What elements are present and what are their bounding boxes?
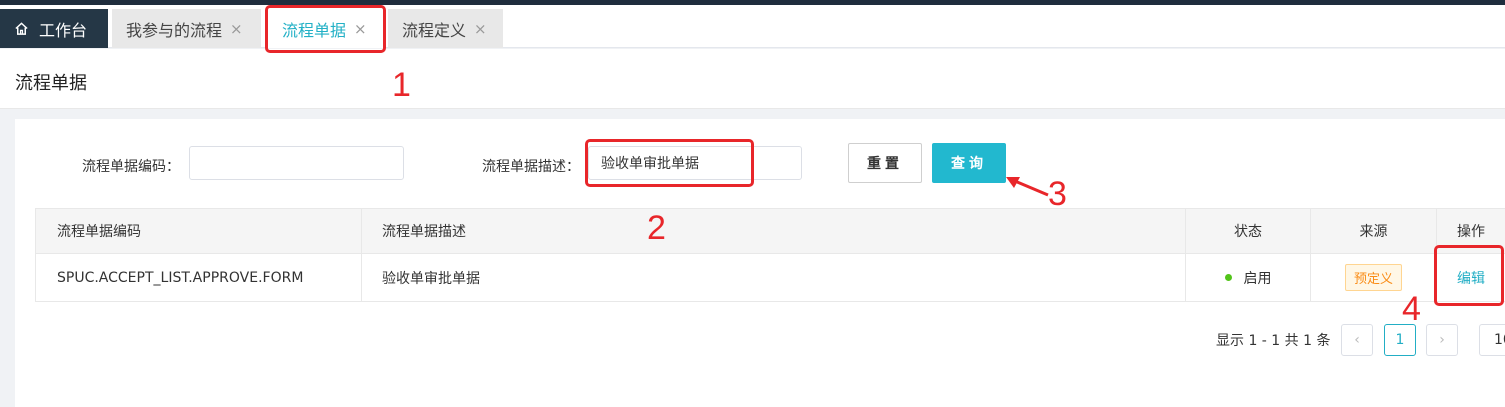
cell-code: SPUC.ACCEPT_LIST.APPROVE.FORM bbox=[35, 254, 361, 301]
page-header: 流程单据 bbox=[0, 49, 1505, 109]
tab-workbench[interactable]: 工作台 bbox=[0, 9, 108, 48]
annotation-box-4 bbox=[1434, 245, 1504, 306]
code-label: 流程单据编码： bbox=[82, 159, 180, 175]
tab-my-processes[interactable]: 我参与的流程 × bbox=[112, 9, 261, 48]
cell-status: 启用 bbox=[1185, 254, 1310, 301]
status-text: 启用 bbox=[1243, 270, 1272, 287]
annotation-box-1 bbox=[265, 5, 386, 53]
tab-label: 我参与的流程 bbox=[126, 20, 223, 40]
tab-process-definitions[interactable]: 流程定义 × bbox=[388, 9, 503, 48]
annotation-box-2 bbox=[585, 139, 754, 187]
reset-button[interactable]: 重置 bbox=[848, 143, 922, 183]
column-header-desc: 流程单据描述 bbox=[361, 209, 1185, 253]
page-title: 流程单据 bbox=[15, 73, 87, 94]
annotation-number-4: 4 bbox=[1402, 290, 1421, 328]
status-dot-icon bbox=[1224, 274, 1232, 281]
annotation-number-3: 3 bbox=[1048, 175, 1067, 213]
pagination-summary: 显示 1 - 1 共 1 条 bbox=[1216, 333, 1331, 349]
column-header-code: 流程单据编码 bbox=[35, 209, 361, 253]
close-icon[interactable]: × bbox=[230, 20, 243, 38]
table-header: 流程单据编码 流程单据描述 状态 来源 操作 bbox=[35, 208, 1505, 254]
source-badge: 预定义 bbox=[1344, 264, 1402, 291]
page-size-select[interactable]: 10 bbox=[1479, 324, 1505, 356]
tab-bar: 工作台 我参与的流程 × 流程单据 × 流程定义 × bbox=[0, 5, 1505, 48]
home-icon bbox=[15, 22, 28, 35]
column-header-source: 来源 bbox=[1310, 209, 1436, 253]
prev-page-button[interactable]: ‹ bbox=[1341, 324, 1373, 356]
table-row: SPUC.ACCEPT_LIST.APPROVE.FORM 验收单审批单据 启用… bbox=[35, 254, 1505, 302]
code-input[interactable] bbox=[189, 146, 404, 180]
next-page-button[interactable]: › bbox=[1426, 324, 1458, 356]
tab-label: 流程定义 bbox=[402, 20, 467, 40]
annotation-arrow-icon bbox=[1006, 177, 1049, 197]
tab-label: 工作台 bbox=[39, 20, 88, 40]
desc-label: 流程单据描述： bbox=[482, 159, 580, 175]
query-button[interactable]: 查询 bbox=[932, 143, 1006, 183]
annotation-number-2: 2 bbox=[647, 209, 666, 247]
column-header-status: 状态 bbox=[1185, 209, 1310, 253]
annotation-number-1: 1 bbox=[392, 66, 411, 104]
close-icon[interactable]: × bbox=[474, 20, 487, 38]
cell-desc: 验收单审批单据 bbox=[361, 254, 1185, 301]
